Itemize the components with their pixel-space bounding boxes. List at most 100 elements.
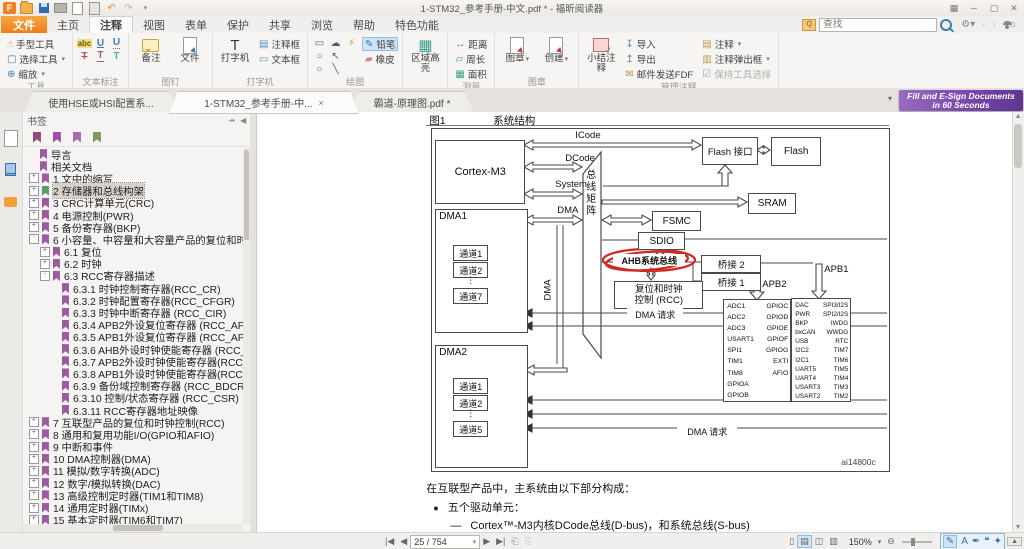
keep-tool-selected-checkbox[interactable]: ☑保持工具选择 [699,67,774,81]
panel-splitter[interactable] [250,112,257,532]
scroll-up-icon[interactable]: ▲ [1013,113,1023,120]
print-icon[interactable] [54,2,67,14]
create-stamp-tool[interactable]: 创建▾ [538,35,574,65]
tab-list-dropdown-icon[interactable]: ▾ [888,94,892,103]
next-page-icon[interactable]: ▶ [480,536,493,547]
document-tab-2[interactable]: 1-STM32_参考手册-中...× [169,91,359,114]
expand-icon[interactable]: + [40,259,50,269]
comments-popup-menu-button[interactable]: ▥注释弹出框▾ [699,52,774,66]
next-view-nav-icon[interactable]: ⎘ [522,536,535,547]
last-page-icon[interactable]: ▶| [493,536,508,547]
close-icon[interactable]: ✕ [1004,1,1024,15]
expand-icon[interactable]: + [29,417,39,427]
area-highlight-tool[interactable]: ▦区域高亮 [407,35,443,74]
scroll-down-icon[interactable]: ▼ [1013,524,1023,531]
facing-view-icon[interactable]: ◫ [812,536,827,547]
prev-page-icon[interactable]: ◀ [397,536,410,547]
expand-icon[interactable]: + [29,429,39,439]
import-comments-button[interactable]: ↧导入 [622,37,696,51]
collapse-panel-icon[interactable]: ◀ [240,116,246,125]
text-tool-icon[interactable]: A [961,536,968,547]
menu-tab-共享[interactable]: 共享 [259,16,301,33]
next-view-icon[interactable]: › [991,19,998,30]
polygon-tool[interactable]: ○ [312,63,327,75]
foxit-logo-icon[interactable]: F [3,2,16,14]
file-menu-button[interactable]: 文件 [1,16,47,33]
expand-icon[interactable]: + [29,198,39,208]
qat-dropdown-icon[interactable]: ▾ [139,2,152,14]
callout-tool[interactable]: ▤注释框 [256,37,303,51]
note-tool[interactable]: 备注 [133,35,169,64]
find-settings-icon[interactable]: Q [802,19,816,31]
maximize-icon[interactable]: ▢ [984,1,1004,15]
bookmark-item[interactable]: +15 基本定时器(TIM6和TIM7) [23,514,243,524]
document-tab-3[interactable]: 霸道-原理图.pdf * [350,91,474,114]
expand-icon[interactable]: + [29,466,39,476]
collapse-icon[interactable]: - [40,271,50,281]
prev-view-icon[interactable]: ‹ [980,19,987,30]
menu-tab-浏览[interactable]: 浏览 [301,16,343,33]
close-tab-icon[interactable]: × [319,98,324,108]
expand-icon[interactable]: + [29,478,39,488]
page-number-input[interactable]: 25 / 754 ▾ [410,535,480,549]
expand-icon[interactable]: + [29,515,39,524]
save-icon[interactable] [37,2,50,14]
collapse-icon[interactable]: - [29,234,39,244]
bookmark-item[interactable]: -6 小容量、中容量和大容量产品的复位和时钟控制(RCC [23,233,243,245]
undo-icon[interactable]: ↶ [105,2,118,14]
comments-panel-icon[interactable] [2,192,20,212]
menu-tab-视图[interactable]: 视图 [133,16,175,33]
perimeter-tool[interactable]: ▱周长 [452,52,490,66]
textbox-tool[interactable]: ▭文本框 [256,52,303,66]
document-vertical-scrollbar[interactable]: ▲ ▼ [1012,112,1024,532]
expand-bookmarks-icon[interactable] [93,132,101,143]
expand-icon[interactable]: + [29,490,39,500]
search-icon[interactable] [940,19,952,31]
typewriter-tool[interactable]: T打字机 [217,35,253,64]
redo-icon[interactable]: ↷ [122,2,135,14]
layout-icon[interactable]: ▦ [944,1,964,15]
bookmark-item[interactable]: +6.1 复位 [23,246,243,258]
zoom-slider[interactable] [902,541,932,543]
bookmarks-horizontal-scrollbar[interactable] [23,524,243,532]
expand-icon[interactable]: + [29,210,39,220]
highlight-tool[interactable]: abc [77,37,92,49]
expand-icon[interactable]: + [29,222,39,232]
strikeout-tool[interactable]: T [77,50,92,62]
setup-tool-icon[interactable]: ✦ [994,536,1002,547]
hand-tool[interactable]: ☝手型工具 [4,37,68,51]
replace-text-tool[interactable]: T [93,50,108,62]
minimize-icon[interactable]: ─ [964,1,984,15]
quote-tool-icon[interactable]: ❝ [984,536,989,547]
book-view-icon[interactable]: ▥ [826,536,841,547]
expand-panel-icon[interactable]: ↠ [228,116,235,125]
zoom-tool[interactable]: ⊕缩放▾ [4,67,68,81]
delete-bookmark-icon[interactable] [73,132,81,143]
open-file-icon[interactable] [20,2,33,14]
document-tab-1[interactable]: 使用HSE或HSI配置系... [24,91,178,114]
squiggly-underline-tool[interactable]: U [109,37,124,49]
line-tool[interactable]: ╲ [328,63,343,75]
prev-view-nav-icon[interactable]: ⎗ [508,536,521,547]
arrow-tool[interactable]: ↖ [328,50,343,62]
comments-menu-button[interactable]: ▤注释▾ [699,37,774,51]
single-page-view-icon[interactable]: ▯ [786,536,797,547]
continuous-view-icon[interactable]: ▤ [797,535,812,548]
gear-icon[interactable]: ⚙▾ [959,19,977,30]
menu-tab-特色功能[interactable]: 特色功能 [385,16,449,33]
first-page-icon[interactable]: |◀ [382,536,397,547]
bookmark-panel-icon[interactable] [2,128,20,148]
menu-tab-表单[interactable]: 表单 [175,16,217,33]
scroll-corner-icon[interactable]: ▲ [1007,537,1022,546]
summarize-comments-button[interactable]: 小结注释 [583,35,619,74]
pen-tool-icon[interactable]: ✒ [972,536,980,547]
expand-icon[interactable]: + [40,247,50,257]
pencil-tool[interactable]: ✎铅笔 [362,37,398,51]
expand-icon[interactable]: + [29,442,39,452]
esign-banner[interactable]: Fill and E-Sign Documents in 60 Seconds [899,90,1023,111]
oval-tool[interactable]: ○ [312,50,327,62]
distance-tool[interactable]: ↔距离 [452,37,490,51]
polyline-tool[interactable]: ⚡ [344,37,359,49]
expand-icon[interactable]: + [29,503,39,513]
email-doc-icon[interactable] [71,2,84,14]
